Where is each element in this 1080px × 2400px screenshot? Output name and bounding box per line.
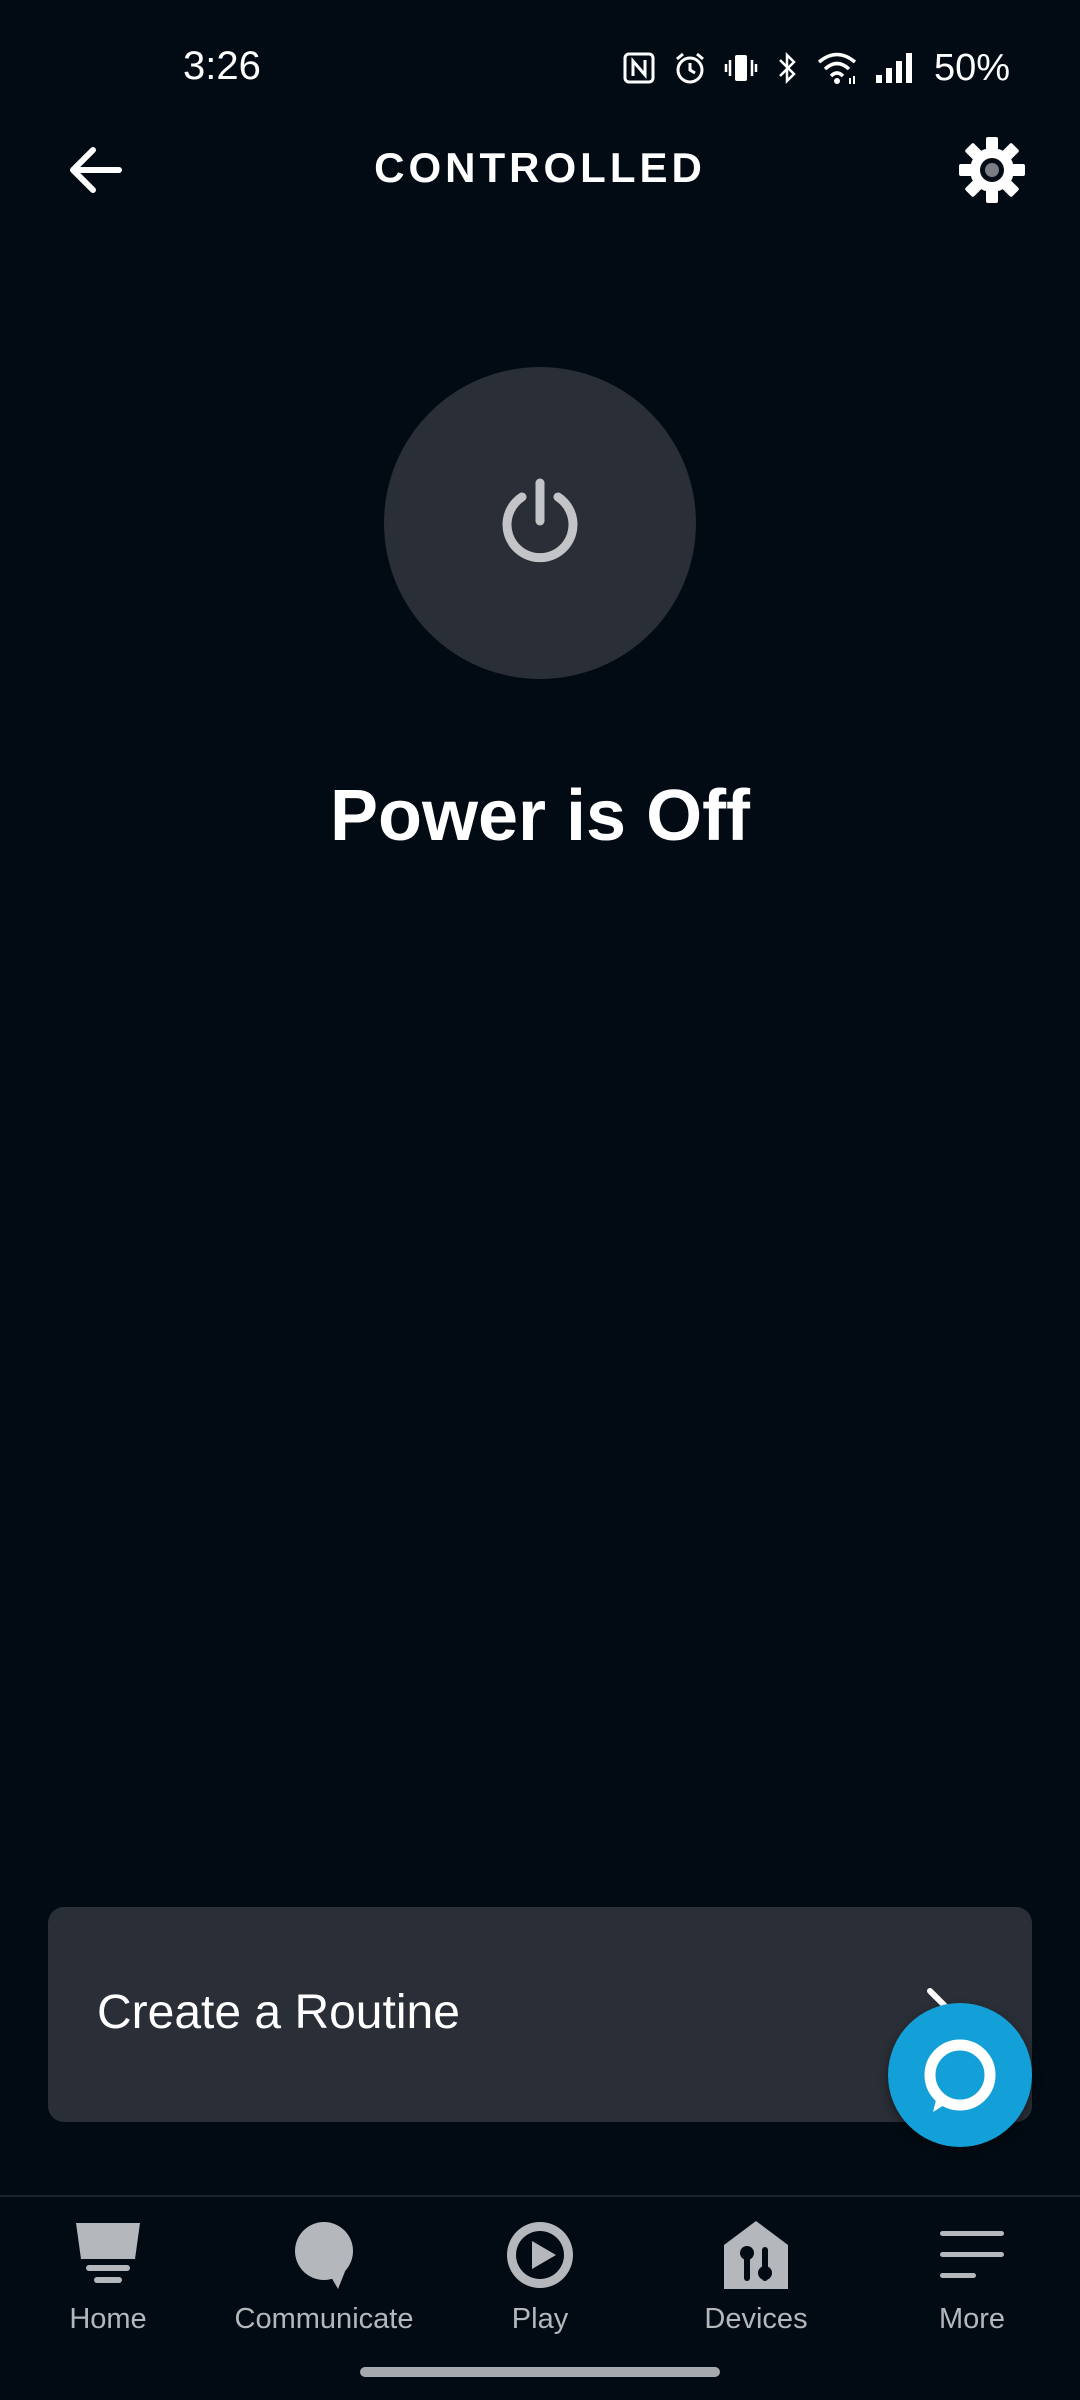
power-toggle-button[interactable] [384,367,696,679]
nav-label-devices: Devices [704,2303,808,2335]
settings-button[interactable] [954,132,1030,208]
devices-icon [716,2215,796,2295]
play-icon [500,2215,580,2295]
home-icon [68,2215,148,2295]
nav-label-play: Play [511,2303,569,2335]
device-control-screen: 3:26 50% CONTROLLED Power is Off Create … [0,0,1080,2400]
nav-item-play[interactable]: Play [432,2215,648,2355]
nav-label-home: Home [69,2303,147,2335]
bluetooth-icon [774,50,800,86]
nav-label-more: More [938,2303,1006,2335]
nav-item-more[interactable]: More [864,2215,1080,2355]
create-routine-label: Create a Routine [97,1986,460,2039]
battery-level: 50% [933,46,1010,89]
status-time: 3:26 [183,44,261,88]
nfc-icon [622,51,656,85]
status-icons: 50% [622,46,1010,89]
nav-item-communicate[interactable]: Communicate [216,2215,432,2355]
gear-icon [959,137,1025,203]
wifi-icon [816,50,858,86]
create-routine-card[interactable]: Create a Routine [48,1907,1032,2122]
status-bar: 3:26 50% [0,0,1080,140]
alexa-voice-button[interactable] [888,2003,1032,2147]
alarm-icon [672,50,708,86]
signal-icon [874,51,914,85]
chat-bubble-icon [284,2215,364,2295]
power-status-label: Power is Off [329,776,751,856]
nav-label-communicate: Communicate [234,2303,414,2335]
vibrate-icon [724,51,758,85]
page-title: CONTROLLED [374,144,706,191]
top-app-bar: CONTROLLED [0,120,1080,220]
nav-item-home[interactable]: Home [0,2215,216,2355]
power-icon [502,478,578,563]
menu-icon [932,2215,1012,2295]
nav-item-devices[interactable]: Devices [648,2215,864,2355]
gesture-home-indicator[interactable] [360,2367,720,2377]
alexa-icon [924,2039,996,2112]
